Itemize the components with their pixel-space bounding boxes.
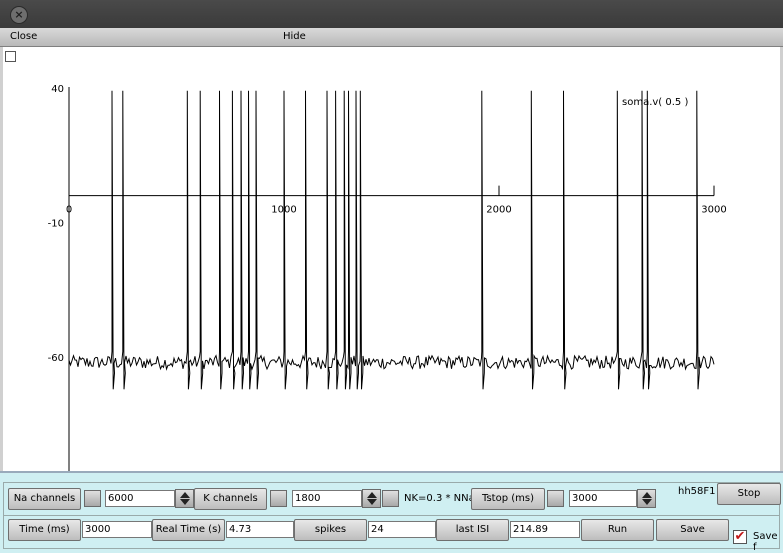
nk-ratio-label: NK=0.3 * NNa xyxy=(404,493,475,504)
last-isi-button[interactable]: last ISI xyxy=(436,519,509,541)
y-tick-label-40: 40 xyxy=(51,84,64,95)
stepper-up-icon[interactable] xyxy=(367,492,377,498)
stepper-down-icon[interactable] xyxy=(367,499,377,505)
spikes-field[interactable]: 24 xyxy=(368,521,436,538)
y-tick-label-minus10: -10 xyxy=(48,219,64,230)
stepper-down-icon[interactable] xyxy=(180,499,190,505)
series-label: soma.v( 0.5 ) xyxy=(622,97,688,108)
last-isi-field[interactable]: 214.89 xyxy=(510,521,580,538)
k-channels-stepper[interactable] xyxy=(362,489,381,508)
voltage-trace xyxy=(68,90,715,390)
control-panel: Na channels 6000 K channels 1800 NK=0.3 … xyxy=(0,471,783,553)
save-checkbox[interactable]: ✔ xyxy=(733,530,747,544)
window-close-icon[interactable]: × xyxy=(10,6,28,24)
control-row-1: Na channels 6000 K channels 1800 NK=0.3 … xyxy=(3,482,781,516)
x-tick-label-3000: 3000 xyxy=(701,205,726,216)
na-channels-stepper[interactable] xyxy=(175,489,194,508)
y-tick-label-minus60: -60 xyxy=(48,353,64,364)
x-tick-label-2000: 2000 xyxy=(486,205,511,216)
hh-label: hh58F1 xyxy=(678,486,716,497)
save-checkbox-label: Save f xyxy=(753,531,778,553)
menu-hide[interactable]: Hide xyxy=(283,31,306,42)
tstop-field[interactable]: 3000 xyxy=(569,490,637,507)
time-field[interactable]: 3000 xyxy=(82,521,152,538)
stop-button[interactable]: Stop xyxy=(717,483,781,505)
run-button[interactable]: Run xyxy=(581,519,654,541)
real-time-field[interactable]: 4.73 xyxy=(226,521,294,538)
window-titlebar: × xyxy=(0,0,783,28)
spikes-button[interactable]: spikes xyxy=(294,519,367,541)
na-channels-toggle[interactable] xyxy=(84,490,101,507)
tstop-stepper[interactable] xyxy=(637,489,656,508)
save-button[interactable]: Save xyxy=(656,519,729,541)
control-row-2: Time (ms) 3000 Real Time (s) 4.73 spikes… xyxy=(3,515,780,553)
tstop-toggle[interactable] xyxy=(547,490,564,507)
na-channels-field[interactable]: 6000 xyxy=(105,490,175,507)
k-channels-button[interactable]: K channels xyxy=(194,488,267,510)
k-channels-toggle[interactable] xyxy=(270,490,287,507)
time-button[interactable]: Time (ms) xyxy=(8,519,81,541)
menu-bar: Close Hide xyxy=(0,28,783,47)
stepper-up-icon[interactable] xyxy=(642,492,652,498)
na-channels-button[interactable]: Na channels xyxy=(8,488,81,510)
tstop-button[interactable]: Tstop (ms) xyxy=(471,488,545,510)
x-tick-label-0: 0 xyxy=(66,205,72,216)
stepper-down-icon[interactable] xyxy=(642,499,652,505)
menu-close[interactable]: Close xyxy=(10,31,37,42)
stepper-up-icon[interactable] xyxy=(180,492,190,498)
real-time-button[interactable]: Real Time (s) xyxy=(152,519,225,541)
k-channels-field[interactable]: 1800 xyxy=(292,490,362,507)
voltage-plot: 0 1000 2000 3000 40 -10 -60 soma.v( 0.5 … xyxy=(48,84,727,471)
k-channels-toggle-2[interactable] xyxy=(382,490,399,507)
